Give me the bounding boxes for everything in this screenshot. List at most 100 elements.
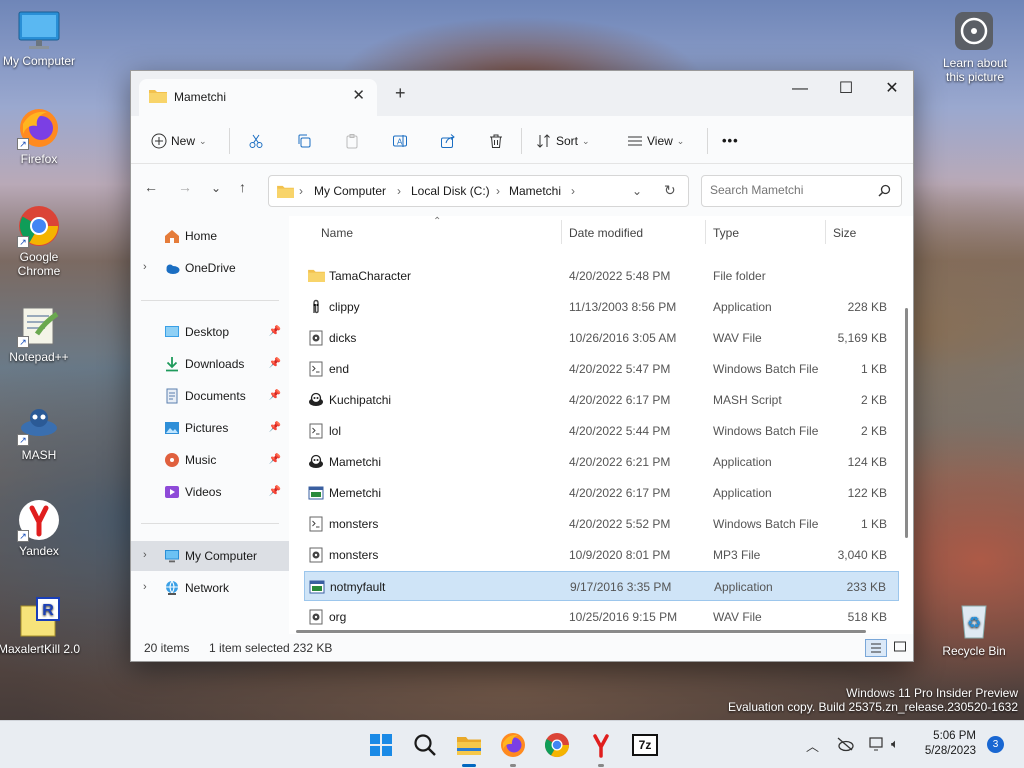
horizontal-scrollbar[interactable] <box>296 630 866 633</box>
file-row[interactable]: monsters 4/20/2022 5:52 PM Windows Batch F… <box>304 509 899 539</box>
desktop-icon-recycle-bin[interactable]: ♻ Recycle Bin <box>932 598 1016 658</box>
nav-item-videos[interactable]: Videos 📌 <box>131 477 289 507</box>
vertical-scrollbar[interactable] <box>905 308 908 538</box>
close-tab-icon[interactable]: ✕ <box>352 86 365 104</box>
7zip-taskbar-button[interactable]: 7z <box>631 731 659 759</box>
desktop-icon-yandex[interactable]: ↗ Yandex <box>0 498 81 558</box>
view-button[interactable]: View ⌄ <box>627 128 684 154</box>
nav-item-home[interactable]: Home <box>131 221 289 251</box>
nav-item-music[interactable]: Music 📌 <box>131 445 289 475</box>
back-arrow-icon[interactable]: ← <box>144 179 158 195</box>
chevron-right-icon[interactable]: › <box>143 261 147 273</box>
column-header-name[interactable]: Name <box>321 226 353 250</box>
desktop-icon-firefox[interactable]: ↗ Firefox <box>0 106 81 166</box>
file-row[interactable]: monsters 10/9/2020 8:01 PM MP3 File 3,040 K… <box>304 540 899 570</box>
close-button[interactable]: ✕ <box>869 76 915 102</box>
details-view-button[interactable] <box>865 639 887 657</box>
pin-icon[interactable]: 📌 <box>269 326 281 337</box>
clippy-icon <box>308 299 324 315</box>
file-row[interactable]: lol 4/20/2022 5:44 PM Windows Batch File 2 … <box>304 416 899 446</box>
pin-icon[interactable]: 📌 <box>269 422 281 433</box>
chevron-right-icon[interactable]: › <box>143 549 147 561</box>
pin-icon[interactable]: 📌 <box>269 390 281 401</box>
new-tab-button[interactable]: + <box>395 83 406 104</box>
search-box[interactable] <box>701 175 902 207</box>
file-row[interactable]: TamaCharacter 4/20/2022 5:48 PM File folde… <box>304 261 899 291</box>
pin-icon[interactable]: 📌 <box>269 358 281 369</box>
desktop-icon-mash[interactable]: ↗ MASH <box>0 402 81 462</box>
file-row[interactable]: dicks 10/26/2016 3:05 AM WAV File 5,169 KB <box>304 323 899 353</box>
file-row[interactable]: org 10/25/2016 9:15 PM WAV File 518 KB <box>304 602 899 632</box>
address-bar[interactable]: › My Computer › Local Disk (C:) › Mametc… <box>268 175 689 207</box>
maximize-button[interactable]: ☐ <box>823 76 869 102</box>
file-row[interactable]: Mametchi 4/20/2022 6:21 PM Application 124 … <box>304 447 899 477</box>
yandex-taskbar-button[interactable] <box>587 731 615 767</box>
breadcrumb-mametchi[interactable]: Mametchi <box>509 184 561 198</box>
pin-icon[interactable]: 📌 <box>269 486 281 497</box>
search-icon[interactable] <box>878 184 891 200</box>
document-icon <box>164 388 180 404</box>
nav-item-downloads[interactable]: Downloads 📌 <box>131 349 289 379</box>
nav-item-network[interactable]: › Network <box>131 573 289 603</box>
desktop-icon-my-computer[interactable]: My Computer <box>0 8 81 68</box>
notification-badge[interactable]: 3 <box>987 736 1004 753</box>
column-header-date[interactable]: Date modified <box>569 226 643 250</box>
nav-item-documents[interactable]: Documents 📌 <box>131 381 289 411</box>
share-button[interactable] <box>440 128 456 154</box>
chevron-up-icon[interactable]: ︿ <box>806 736 819 755</box>
file-row[interactable]: end 4/20/2022 5:47 PM Windows Batch File 1 … <box>304 354 899 384</box>
breadcrumb-my-computer[interactable]: My Computer <box>314 184 386 198</box>
breadcrumb-local-disk[interactable]: Local Disk (C:) <box>411 184 490 198</box>
start-button[interactable] <box>367 731 395 759</box>
nav-item-onedrive[interactable]: › OneDrive <box>131 253 289 283</box>
see-more-button[interactable]: ••• <box>722 128 739 154</box>
file-row[interactable]: Kuchipatchi 4/20/2022 6:17 PM MASH Script 2… <box>304 385 899 415</box>
delete-button[interactable] <box>488 128 504 154</box>
desktop-icon-learn-about-picture[interactable]: Learn about this picture <box>933 10 1017 84</box>
pin-icon[interactable]: 📌 <box>269 454 281 465</box>
column-header-type[interactable]: Type <box>713 226 739 250</box>
paste-button[interactable] <box>344 128 360 154</box>
status-bar: 20 items 1 item selected 232 KB <box>131 634 913 661</box>
chevron-right-icon[interactable]: › <box>143 581 147 593</box>
chevron-down-icon: ⌄ <box>676 136 685 146</box>
file-row[interactable]: Memetchi 4/20/2022 6:17 PM Application 122 … <box>304 478 899 508</box>
nav-item-desktop[interactable]: Desktop 📌 <box>131 317 289 347</box>
nav-item-pictures[interactable]: Pictures 📌 <box>131 413 289 443</box>
search-taskbar-button[interactable] <box>411 731 439 759</box>
video-icon <box>164 484 180 500</box>
copy-icon <box>298 134 311 148</box>
desktop-icon-google-chrome[interactable]: ↗ Google Chrome <box>0 204 81 278</box>
file-row[interactable]: notmyfault 9/17/2016 3:35 PM Application 23… <box>304 571 899 601</box>
desktop-icon-maxalertkill[interactable]: R MaxalertKill 2.0 <box>0 596 81 656</box>
up-arrow-icon[interactable]: ↑ <box>239 179 246 195</box>
onedrive-offline-icon[interactable] <box>836 736 854 755</box>
firefox-taskbar-button[interactable] <box>499 731 527 767</box>
refresh-icon[interactable]: ↻ <box>664 182 676 199</box>
tiles-view-icon <box>894 641 906 652</box>
sort-button[interactable]: Sort ⌄ <box>536 128 590 154</box>
yandex-icon <box>593 734 609 758</box>
speaker-icon[interactable]: 🔈︎ <box>891 736 899 752</box>
minimize-button[interactable]: — <box>777 76 823 102</box>
file-explorer-taskbar-button[interactable] <box>455 731 483 767</box>
search-input[interactable] <box>710 183 870 197</box>
cut-button[interactable] <box>248 128 264 154</box>
nav-item-my-computer[interactable]: › My Computer <box>131 541 289 571</box>
desktop-icon-notepadpp[interactable]: ↗ Notepad++ <box>0 304 81 364</box>
forward-arrow-icon[interactable]: → <box>178 179 192 195</box>
tiles-view-button[interactable] <box>893 640 907 657</box>
column-header-size[interactable]: Size <box>833 226 856 250</box>
copy-button[interactable] <box>296 128 312 154</box>
file-date: 11/13/2003 8:56 PM <box>569 300 677 314</box>
network-status-icon[interactable] <box>868 736 886 755</box>
address-history-chevron-icon[interactable]: ⌄ <box>632 184 642 198</box>
sort-ascending-icon: ⌃ <box>433 216 442 227</box>
recent-locations-icon[interactable]: ⌄ <box>211 181 221 195</box>
system-clock[interactable]: 5:06 PM 5/28/2023 <box>925 729 976 759</box>
tab-mametchi[interactable]: Mametchi ✕ <box>139 79 377 116</box>
chrome-taskbar-button[interactable] <box>543 731 571 759</box>
new-button[interactable]: New ⌄ <box>151 128 207 154</box>
rename-button[interactable]: A <box>392 128 408 154</box>
file-row[interactable]: clippy 11/13/2003 8:56 PM Application 228 K… <box>304 292 899 322</box>
